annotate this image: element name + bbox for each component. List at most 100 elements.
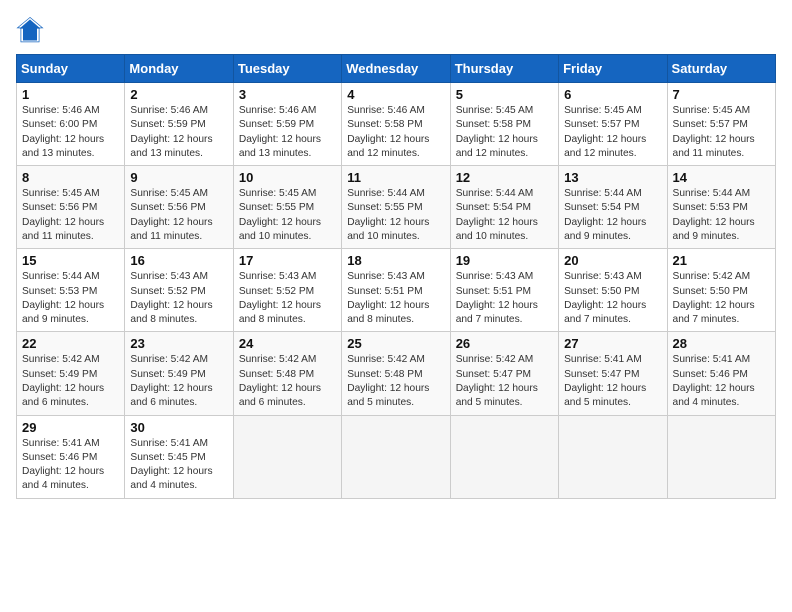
day-info: Sunrise: 5:45 AM Sunset: 5:58 PM Dayligh…	[456, 104, 553, 161]
calendar-day-cell: 21 Sunrise: 5:42 AM Sunset: 5:50 PM Dayl…	[667, 249, 775, 332]
day-number: 10	[239, 170, 336, 185]
calendar-day-cell	[667, 415, 775, 498]
calendar-day-cell: 30 Sunrise: 5:41 AM Sunset: 5:45 PM Dayl…	[125, 415, 233, 498]
calendar-day-cell: 18 Sunrise: 5:43 AM Sunset: 5:51 PM Dayl…	[342, 249, 450, 332]
day-info: Sunrise: 5:46 AM Sunset: 5:58 PM Dayligh…	[347, 104, 444, 161]
day-number: 4	[347, 87, 444, 102]
calendar-day-cell: 4 Sunrise: 5:46 AM Sunset: 5:58 PM Dayli…	[342, 83, 450, 166]
weekday-header-saturday: Saturday	[667, 55, 775, 83]
day-number: 17	[239, 253, 336, 268]
day-info: Sunrise: 5:41 AM Sunset: 5:45 PM Dayligh…	[130, 437, 227, 494]
day-number: 9	[130, 170, 227, 185]
day-info: Sunrise: 5:42 AM Sunset: 5:48 PM Dayligh…	[239, 353, 336, 410]
weekday-header-thursday: Thursday	[450, 55, 558, 83]
day-info: Sunrise: 5:45 AM Sunset: 5:55 PM Dayligh…	[239, 187, 336, 244]
day-number: 11	[347, 170, 444, 185]
day-number: 21	[673, 253, 770, 268]
calendar-day-cell: 24 Sunrise: 5:42 AM Sunset: 5:48 PM Dayl…	[233, 332, 341, 415]
day-number: 13	[564, 170, 661, 185]
calendar-day-cell: 25 Sunrise: 5:42 AM Sunset: 5:48 PM Dayl…	[342, 332, 450, 415]
calendar-day-cell: 7 Sunrise: 5:45 AM Sunset: 5:57 PM Dayli…	[667, 83, 775, 166]
day-number: 16	[130, 253, 227, 268]
day-info: Sunrise: 5:44 AM Sunset: 5:54 PM Dayligh…	[456, 187, 553, 244]
weekday-header-sunday: Sunday	[17, 55, 125, 83]
day-info: Sunrise: 5:43 AM Sunset: 5:51 PM Dayligh…	[347, 270, 444, 327]
day-number: 20	[564, 253, 661, 268]
calendar-day-cell: 6 Sunrise: 5:45 AM Sunset: 5:57 PM Dayli…	[559, 83, 667, 166]
day-info: Sunrise: 5:45 AM Sunset: 5:57 PM Dayligh…	[564, 104, 661, 161]
weekday-header-tuesday: Tuesday	[233, 55, 341, 83]
weekday-header-row: SundayMondayTuesdayWednesdayThursdayFrid…	[17, 55, 776, 83]
day-number: 15	[22, 253, 119, 268]
day-number: 28	[673, 336, 770, 351]
calendar-day-cell: 13 Sunrise: 5:44 AM Sunset: 5:54 PM Dayl…	[559, 166, 667, 249]
day-info: Sunrise: 5:42 AM Sunset: 5:47 PM Dayligh…	[456, 353, 553, 410]
calendar-day-cell	[559, 415, 667, 498]
day-number: 5	[456, 87, 553, 102]
calendar-day-cell: 11 Sunrise: 5:44 AM Sunset: 5:55 PM Dayl…	[342, 166, 450, 249]
calendar-day-cell: 8 Sunrise: 5:45 AM Sunset: 5:56 PM Dayli…	[17, 166, 125, 249]
calendar-day-cell: 10 Sunrise: 5:45 AM Sunset: 5:55 PM Dayl…	[233, 166, 341, 249]
calendar-day-cell: 27 Sunrise: 5:41 AM Sunset: 5:47 PM Dayl…	[559, 332, 667, 415]
calendar-day-cell: 2 Sunrise: 5:46 AM Sunset: 5:59 PM Dayli…	[125, 83, 233, 166]
calendar-week-row: 8 Sunrise: 5:45 AM Sunset: 5:56 PM Dayli…	[17, 166, 776, 249]
day-number: 14	[673, 170, 770, 185]
day-info: Sunrise: 5:42 AM Sunset: 5:50 PM Dayligh…	[673, 270, 770, 327]
day-number: 6	[564, 87, 661, 102]
calendar-day-cell: 28 Sunrise: 5:41 AM Sunset: 5:46 PM Dayl…	[667, 332, 775, 415]
day-info: Sunrise: 5:44 AM Sunset: 5:55 PM Dayligh…	[347, 187, 444, 244]
calendar-day-cell: 9 Sunrise: 5:45 AM Sunset: 5:56 PM Dayli…	[125, 166, 233, 249]
day-number: 25	[347, 336, 444, 351]
day-info: Sunrise: 5:43 AM Sunset: 5:52 PM Dayligh…	[130, 270, 227, 327]
day-number: 30	[130, 420, 227, 435]
day-number: 26	[456, 336, 553, 351]
calendar-day-cell	[233, 415, 341, 498]
calendar-week-row: 1 Sunrise: 5:46 AM Sunset: 6:00 PM Dayli…	[17, 83, 776, 166]
weekday-header-friday: Friday	[559, 55, 667, 83]
day-info: Sunrise: 5:46 AM Sunset: 6:00 PM Dayligh…	[22, 104, 119, 161]
day-info: Sunrise: 5:44 AM Sunset: 5:53 PM Dayligh…	[22, 270, 119, 327]
day-number: 8	[22, 170, 119, 185]
calendar-day-cell: 20 Sunrise: 5:43 AM Sunset: 5:50 PM Dayl…	[559, 249, 667, 332]
day-number: 24	[239, 336, 336, 351]
day-info: Sunrise: 5:42 AM Sunset: 5:48 PM Dayligh…	[347, 353, 444, 410]
day-number: 27	[564, 336, 661, 351]
day-info: Sunrise: 5:45 AM Sunset: 5:57 PM Dayligh…	[673, 104, 770, 161]
calendar-day-cell: 3 Sunrise: 5:46 AM Sunset: 5:59 PM Dayli…	[233, 83, 341, 166]
calendar-day-cell	[450, 415, 558, 498]
calendar-day-cell: 22 Sunrise: 5:42 AM Sunset: 5:49 PM Dayl…	[17, 332, 125, 415]
day-number: 1	[22, 87, 119, 102]
calendar-week-row: 15 Sunrise: 5:44 AM Sunset: 5:53 PM Dayl…	[17, 249, 776, 332]
calendar-week-row: 29 Sunrise: 5:41 AM Sunset: 5:46 PM Dayl…	[17, 415, 776, 498]
calendar-day-cell: 5 Sunrise: 5:45 AM Sunset: 5:58 PM Dayli…	[450, 83, 558, 166]
day-info: Sunrise: 5:41 AM Sunset: 5:46 PM Dayligh…	[673, 353, 770, 410]
day-info: Sunrise: 5:45 AM Sunset: 5:56 PM Dayligh…	[130, 187, 227, 244]
logo	[16, 16, 48, 44]
calendar-day-cell: 19 Sunrise: 5:43 AM Sunset: 5:51 PM Dayl…	[450, 249, 558, 332]
day-info: Sunrise: 5:46 AM Sunset: 5:59 PM Dayligh…	[239, 104, 336, 161]
calendar-day-cell: 16 Sunrise: 5:43 AM Sunset: 5:52 PM Dayl…	[125, 249, 233, 332]
calendar-day-cell: 12 Sunrise: 5:44 AM Sunset: 5:54 PM Dayl…	[450, 166, 558, 249]
day-info: Sunrise: 5:44 AM Sunset: 5:54 PM Dayligh…	[564, 187, 661, 244]
day-number: 12	[456, 170, 553, 185]
calendar-day-cell: 1 Sunrise: 5:46 AM Sunset: 6:00 PM Dayli…	[17, 83, 125, 166]
day-number: 18	[347, 253, 444, 268]
day-number: 23	[130, 336, 227, 351]
logo-icon	[16, 16, 44, 44]
day-info: Sunrise: 5:43 AM Sunset: 5:50 PM Dayligh…	[564, 270, 661, 327]
day-info: Sunrise: 5:44 AM Sunset: 5:53 PM Dayligh…	[673, 187, 770, 244]
day-info: Sunrise: 5:42 AM Sunset: 5:49 PM Dayligh…	[130, 353, 227, 410]
day-info: Sunrise: 5:42 AM Sunset: 5:49 PM Dayligh…	[22, 353, 119, 410]
day-info: Sunrise: 5:41 AM Sunset: 5:47 PM Dayligh…	[564, 353, 661, 410]
calendar-table: SundayMondayTuesdayWednesdayThursdayFrid…	[16, 54, 776, 499]
day-number: 22	[22, 336, 119, 351]
day-info: Sunrise: 5:46 AM Sunset: 5:59 PM Dayligh…	[130, 104, 227, 161]
day-number: 2	[130, 87, 227, 102]
calendar-day-cell: 17 Sunrise: 5:43 AM Sunset: 5:52 PM Dayl…	[233, 249, 341, 332]
weekday-header-wednesday: Wednesday	[342, 55, 450, 83]
calendar-day-cell: 26 Sunrise: 5:42 AM Sunset: 5:47 PM Dayl…	[450, 332, 558, 415]
day-number: 7	[673, 87, 770, 102]
weekday-header-monday: Monday	[125, 55, 233, 83]
calendar-week-row: 22 Sunrise: 5:42 AM Sunset: 5:49 PM Dayl…	[17, 332, 776, 415]
calendar-day-cell: 14 Sunrise: 5:44 AM Sunset: 5:53 PM Dayl…	[667, 166, 775, 249]
